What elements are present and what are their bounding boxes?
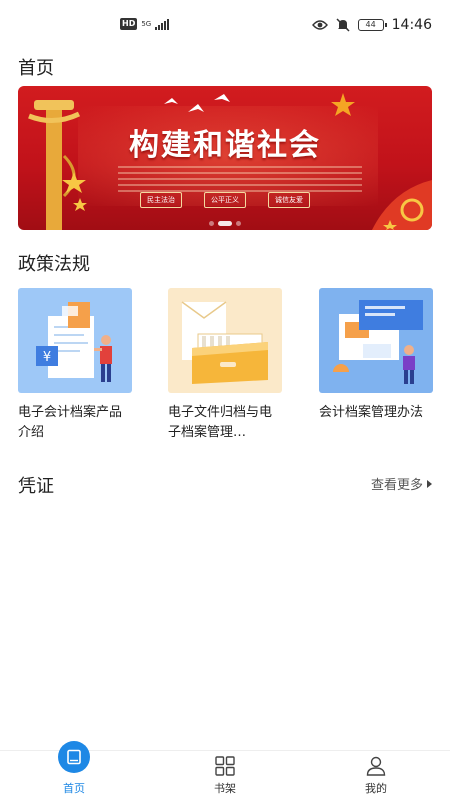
nav-item-mine[interactable]: 我的: [336, 751, 416, 800]
policy-card[interactable]: 会计档案管理办法: [319, 288, 433, 443]
policy-card-caption: 电子会计档案产品介绍: [18, 405, 123, 440]
dashboard-document-illustration: [319, 288, 433, 393]
status-bar: HD 5G 44 14:46: [0, 0, 450, 52]
caret-right-icon: [427, 479, 432, 488]
home-button-circle: [58, 741, 90, 773]
nav-item-bookshelf[interactable]: 书架: [185, 751, 265, 800]
battery-icon: 44: [357, 19, 387, 31]
star-icon: [331, 93, 355, 116]
status-right: 44 14:46: [311, 17, 432, 33]
svg-text:¥: ¥: [43, 350, 51, 365]
carousel-dot[interactable]: [236, 221, 241, 226]
policy-card-caption: 会计档案管理办法: [319, 405, 424, 420]
nav-label-home: 首页: [63, 782, 85, 795]
banner-tag: 公平正义: [204, 192, 246, 208]
banner-tag: 诚信友爱: [268, 192, 310, 208]
nav-label-bookshelf: 书架: [214, 782, 236, 795]
nav-item-home[interactable]: 首页: [34, 741, 114, 800]
banner-tag: 民主法治: [140, 192, 182, 208]
bottom-nav: 首页 书架 我的: [0, 741, 450, 800]
carousel-dot[interactable]: [209, 221, 214, 226]
banner-carousel[interactable]: 构建和谐社会 民主法治 公平正义 诚信友爱: [18, 86, 432, 230]
signal-icon: [155, 18, 170, 30]
nav-label-mine: 我的: [365, 782, 387, 795]
voucher-section-title: 凭证: [18, 476, 54, 497]
hd-badge: HD: [120, 18, 138, 30]
carousel-dot-active[interactable]: [218, 221, 232, 226]
policy-card-caption: 电子文件归档与电子档案管理…: [168, 405, 273, 440]
banner-subtitle-lines: [118, 166, 362, 192]
archive-box-illustration: [168, 288, 282, 393]
banner-title: 构建和谐社会: [129, 128, 321, 163]
see-more-link[interactable]: 查看更多: [371, 474, 432, 493]
clock: 14:46: [391, 17, 432, 33]
policy-card[interactable]: 电子文件归档与电子档案管理…: [168, 288, 282, 443]
user-icon: [366, 756, 386, 776]
network-type: 5G: [141, 19, 152, 28]
finance-document-illustration: ¥: [18, 288, 132, 393]
mute-icon: [336, 18, 350, 32]
eye-icon: [311, 20, 328, 30]
see-more-label: 查看更多: [370, 478, 423, 493]
book-icon: [67, 749, 81, 765]
page-title: 首页: [18, 58, 54, 79]
policy-section-title: 政策法规: [18, 254, 90, 275]
grid-icon: [215, 756, 235, 776]
banner-tags: 民主法治 公平正义 诚信友爱: [18, 192, 432, 208]
status-left: HD 5G: [120, 18, 170, 30]
carousel-indicator[interactable]: [18, 221, 432, 226]
policy-card[interactable]: ¥ 电子会计档案产品介绍: [18, 288, 132, 443]
dove-icon: [164, 94, 230, 112]
